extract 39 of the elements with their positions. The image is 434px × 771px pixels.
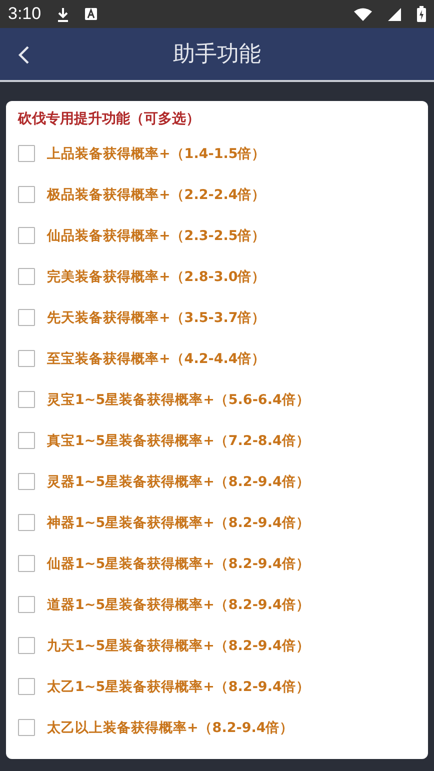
checkbox[interactable] <box>18 432 35 449</box>
option-label[interactable]: 仙器1~5星装备获得概率+（8.2-9.4倍） <box>47 554 310 574</box>
option-label[interactable]: 至宝装备获得概率+（4.2-4.4倍） <box>47 349 266 370</box>
option-label[interactable]: 极品装备获得概率+（2.2-2.4倍） <box>47 185 266 206</box>
back-icon <box>18 44 30 65</box>
checkbox[interactable] <box>18 227 35 244</box>
checkbox[interactable] <box>18 637 35 654</box>
checkbox[interactable] <box>18 596 35 613</box>
checkbox[interactable] <box>18 268 35 285</box>
option-label[interactable]: 灵器1~5星装备获得概率+（8.2-9.4倍） <box>47 472 310 492</box>
checkbox[interactable] <box>18 186 35 203</box>
option-label[interactable]: 太乙1~5星装备获得概率+（8.2-9.4倍） <box>47 677 310 698</box>
wifi-icon <box>354 8 372 20</box>
section-title: 砍伐专用提升功能（可多选） <box>18 110 201 129</box>
checkbox[interactable] <box>18 514 35 531</box>
option-label[interactable]: 太乙以上装备获得概率+（8.2-9.4倍） <box>47 718 294 738</box>
option-label[interactable]: 完美装备获得概率+（2.8-3.0倍） <box>47 267 266 288</box>
option-label[interactable]: 上品装备获得概率+（1.4-1.5倍） <box>47 144 266 164</box>
option-label[interactable]: 道器1~5星装备获得概率+（8.2-9.4倍） <box>47 595 310 616</box>
checkbox[interactable] <box>18 350 35 367</box>
keyboard-icon <box>85 8 98 20</box>
checkbox[interactable] <box>18 473 35 490</box>
checkbox[interactable] <box>18 555 35 572</box>
option-label[interactable]: 灵宝1~5星装备获得概率+（5.6-6.4倍） <box>47 390 310 410</box>
checkbox[interactable] <box>18 678 35 695</box>
checkbox[interactable] <box>18 719 35 736</box>
battery-icon <box>417 6 426 22</box>
checkbox[interactable] <box>18 309 35 326</box>
checkbox[interactable] <box>18 145 35 162</box>
option-label[interactable]: 真宝1~5星装备获得概率+（7.2-8.4倍） <box>47 431 310 452</box>
option-label[interactable]: 九天1~5星装备获得概率+（8.2-9.4倍） <box>47 636 310 656</box>
option-label[interactable]: 仙品装备获得概率+（2.3-2.5倍） <box>47 226 266 246</box>
option-label[interactable]: 先天装备获得概率+（3.5-3.7倍） <box>47 308 266 328</box>
option-label[interactable]: 神器1~5星装备获得概率+（8.2-9.4倍） <box>47 513 310 534</box>
signal-icon <box>388 8 401 20</box>
clock-time: 3:10 <box>8 3 42 26</box>
checkbox[interactable] <box>18 391 35 408</box>
download-icon <box>57 6 70 22</box>
page-title: 助手功能 <box>173 40 261 68</box>
